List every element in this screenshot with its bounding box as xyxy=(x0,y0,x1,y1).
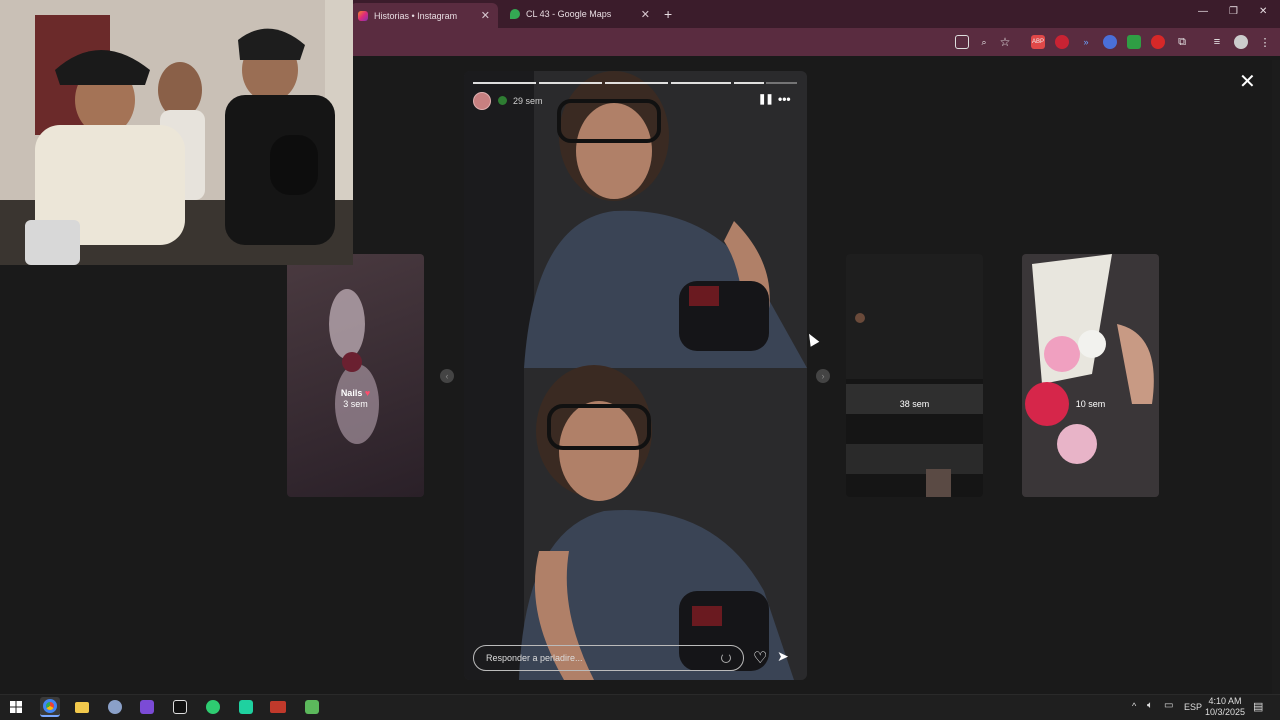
notifications-icon[interactable]: ▤ xyxy=(1253,700,1263,713)
send-direct-icon[interactable]: ➤ xyxy=(777,648,789,665)
extension-circle-icon[interactable] xyxy=(1103,35,1117,49)
tray-chevron-icon[interactable]: ^ xyxy=(1132,701,1136,711)
story-preview-nails[interactable]: Nails ♥ 3 sem xyxy=(287,254,424,497)
minimize-button[interactable]: — xyxy=(1198,6,1208,17)
capcut-icon[interactable] xyxy=(170,697,190,717)
extension-pokeball-icon[interactable] xyxy=(1151,35,1165,49)
clock-time: 4:10 AM xyxy=(1208,696,1242,706)
story-age: 10 sem xyxy=(1075,399,1106,409)
story-title: Nails ♥ xyxy=(340,388,371,398)
tab-title: Historias • Instagram xyxy=(374,10,458,21)
tab-title: CL 43 - Google Maps xyxy=(526,9,612,19)
windows-taskbar xyxy=(0,694,1280,720)
zoom-icon[interactable]: ⌕ xyxy=(977,35,991,49)
reply-placeholder: Responder a perladire... xyxy=(486,653,583,663)
extension-red-icon[interactable] xyxy=(1055,35,1069,49)
webcam-scene xyxy=(0,0,353,265)
android-app-icon[interactable] xyxy=(302,697,322,717)
close-tab-icon[interactable]: ✕ xyxy=(481,9,490,22)
previous-story-button[interactable]: ‹ xyxy=(440,369,454,383)
purple-app-icon[interactable] xyxy=(137,697,157,717)
clock-date: 10/3/2025 xyxy=(1204,707,1246,717)
file-explorer-icon[interactable] xyxy=(72,697,92,717)
story-image xyxy=(464,71,807,680)
story-preview-flowers[interactable]: 10 sem xyxy=(1022,254,1159,497)
like-heart-icon[interactable]: ♡ xyxy=(753,648,767,668)
story-age: 3 sem xyxy=(343,399,368,409)
extension-blue-icon[interactable]: » xyxy=(1079,35,1093,49)
story-avatar[interactable] xyxy=(473,92,491,110)
story-progress-segment xyxy=(734,82,764,84)
app-launcher-icon[interactable] xyxy=(105,697,125,717)
loading-spinner-icon xyxy=(721,653,731,663)
clock[interactable]: 4:10 AM 10/3/2025 xyxy=(1204,696,1246,718)
reply-input[interactable]: Responder a perladire... xyxy=(473,645,744,671)
story-progress-segment xyxy=(539,82,602,84)
green-app-icon[interactable] xyxy=(203,697,223,717)
discord-icon[interactable] xyxy=(236,697,256,717)
nails-thumbnail xyxy=(329,289,379,444)
story-progress-segment xyxy=(473,82,536,84)
restore-button[interactable]: ❐ xyxy=(1229,6,1238,17)
current-story[interactable] xyxy=(464,71,807,680)
instagram-icon xyxy=(358,10,368,21)
volume-icon[interactable]: 🔈︎ xyxy=(1147,700,1153,711)
tab-google-maps[interactable]: CL 43 - Google Maps ✕ xyxy=(502,3,658,25)
close-viewer-button[interactable]: ✕ xyxy=(1239,69,1256,94)
profile-avatar[interactable] xyxy=(1234,35,1248,49)
new-tab-button[interactable]: + xyxy=(664,6,672,22)
tab-instagram[interactable]: Historias • Instagram ✕ xyxy=(350,3,498,28)
next-story-button[interactable]: › xyxy=(816,369,830,383)
network-icon[interactable]: ▭ xyxy=(1164,700,1173,711)
language-indicator[interactable]: ESP xyxy=(1184,702,1202,712)
close-friends-icon xyxy=(498,96,507,105)
close-tab-icon[interactable]: ✕ xyxy=(641,8,650,21)
extension-green-icon[interactable] xyxy=(1127,35,1141,49)
page-scrollbar[interactable] xyxy=(1272,60,1280,694)
story-timestamp: 29 sem xyxy=(513,96,543,106)
story-age: 38 sem xyxy=(899,399,930,409)
maps-pin-icon xyxy=(510,9,520,19)
browser-menu-icon[interactable]: ⋮ xyxy=(1258,35,1272,49)
more-options-icon[interactable]: ••• xyxy=(778,92,791,106)
story-progress-segment xyxy=(671,82,731,84)
install-app-icon[interactable] xyxy=(955,35,969,49)
concert-thumbnail xyxy=(846,313,983,497)
story-progress-segment xyxy=(605,82,668,84)
heart-emoji-icon: ♥ xyxy=(364,388,371,398)
flowers-thumbnail xyxy=(1022,254,1159,497)
bookmark-star-icon[interactable]: ☆ xyxy=(998,35,1012,49)
video-recorder-icon[interactable] xyxy=(268,697,288,717)
media-controls-icon[interactable]: ≡ xyxy=(1210,35,1224,49)
extensions-puzzle-icon[interactable]: ⧉ xyxy=(1175,35,1189,49)
story-progress-segment xyxy=(766,82,797,84)
windows-start-icon[interactable] xyxy=(6,697,26,717)
pause-icon[interactable]: ❚❚ xyxy=(758,94,774,105)
webcam-overlay xyxy=(0,0,353,265)
adblock-extension-icon[interactable]: ABP xyxy=(1031,35,1045,49)
window-close-button[interactable]: ✕ xyxy=(1259,6,1267,17)
story-preview-concert[interactable]: 38 sem xyxy=(846,254,983,497)
chrome-taskbar-icon[interactable] xyxy=(40,697,60,717)
